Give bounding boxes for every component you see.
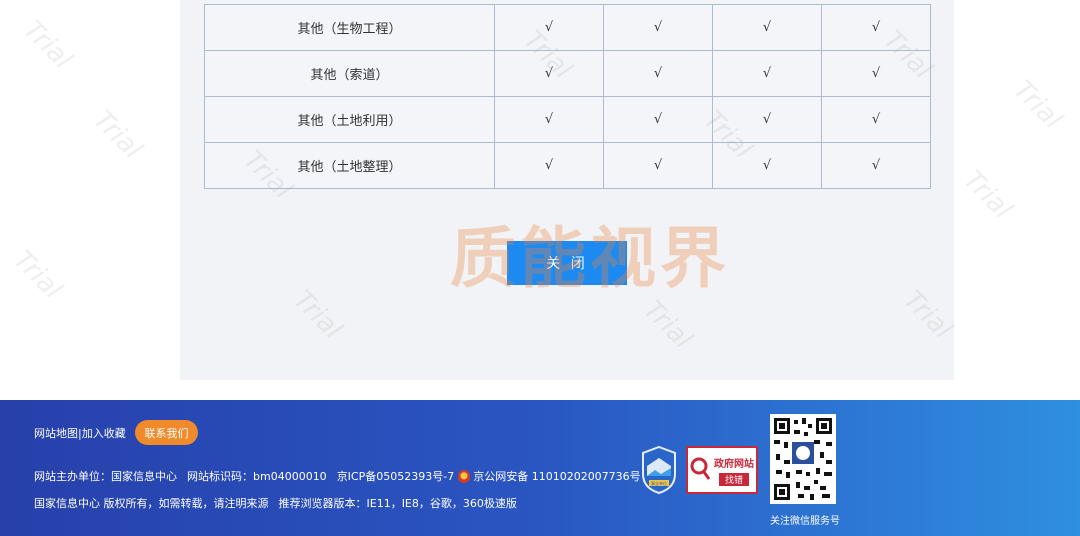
- copyright-text: 国家信息中心 版权所有，如需转载，请注明来源: [34, 497, 269, 510]
- icp-link[interactable]: 京ICP备05052393号-7: [337, 468, 455, 484]
- browser-recommendation: 推荐浏览器版本：IE11，IE8，谷歌，360极速版: [278, 497, 517, 510]
- check-cell: √: [712, 50, 822, 97]
- table-row: 其他（索道） √ √ √ √: [204, 50, 931, 97]
- check-cell: √: [603, 142, 713, 189]
- check-cell: √: [494, 96, 604, 143]
- check-cell: √: [494, 4, 604, 51]
- trial-watermark: Trial: [17, 14, 78, 76]
- check-cell: √: [821, 4, 931, 51]
- trial-watermark: Trial: [7, 244, 68, 306]
- contact-us-button[interactable]: 联系我们: [135, 420, 198, 445]
- capability-table: 其他（生物工程） √ √ √ √ 其他（索道） √ √ √ √ 其他（土地利用）…: [204, 4, 931, 189]
- police-badge-icon: [458, 469, 471, 483]
- detail-panel: 其他（生物工程） √ √ √ √ 其他（索道） √ √ √ √ 其他（土地利用）…: [180, 0, 954, 380]
- row-name: 其他（索道）: [204, 50, 495, 97]
- check-cell: √: [603, 96, 713, 143]
- gov-badge-title: 政府网站: [714, 458, 754, 470]
- row-name: 其他（生物工程）: [204, 4, 495, 51]
- check-cell: √: [603, 4, 713, 51]
- qr-caption: 关注微信服务号: [770, 516, 840, 527]
- row-name: 其他（土地整理）: [204, 142, 495, 189]
- host-unit: 网站主办单位：国家信息中心: [34, 470, 177, 483]
- table-row: 其他（土地整理） √ √ √ √: [204, 142, 931, 189]
- sitemap-link[interactable]: 网站地图: [34, 425, 78, 441]
- footer-info-line: 网站主办单位：国家信息中心 网站标识码：bm04000010 京ICP备0505…: [34, 468, 641, 484]
- bookmark-link[interactable]: 加入收藏: [82, 425, 126, 441]
- table-row: 其他（土地利用） √ √ √ √: [204, 96, 931, 143]
- table-row: 其他（生物工程） √ √ √ √: [204, 4, 931, 51]
- check-cell: √: [821, 50, 931, 97]
- public-institution-badge-icon[interactable]: 事业单位: [641, 446, 677, 494]
- trial-watermark: Trial: [87, 104, 148, 166]
- footer-links: 网站地图 | 加入收藏: [34, 425, 126, 441]
- police-record-link[interactable]: 京公网安备 11010202007736号: [473, 468, 640, 484]
- gov-badge-subtitle: 找错: [718, 472, 749, 486]
- check-cell: √: [712, 96, 822, 143]
- magnifier-icon: [690, 457, 711, 480]
- check-cell: √: [712, 142, 822, 189]
- trial-watermark: Trial: [1007, 74, 1068, 136]
- check-cell: √: [821, 96, 931, 143]
- wechat-qr-code: [770, 414, 836, 504]
- row-name: 其他（土地利用）: [204, 96, 495, 143]
- check-cell: √: [603, 50, 713, 97]
- trial-watermark: Trial: [957, 164, 1018, 226]
- close-button[interactable]: 关 闭: [507, 241, 627, 285]
- check-cell: √: [494, 142, 604, 189]
- gov-site-error-report-badge[interactable]: 政府网站 找错: [686, 446, 758, 494]
- check-cell: √: [712, 4, 822, 51]
- check-cell: √: [494, 50, 604, 97]
- footer-copyright-line: 国家信息中心 版权所有，如需转载，请注明来源 推荐浏览器版本：IE11，IE8，…: [34, 495, 517, 511]
- check-cell: √: [821, 142, 931, 189]
- site-id: 网站标识码：bm04000010: [187, 470, 327, 483]
- badge1-label: 事业单位: [651, 480, 667, 486]
